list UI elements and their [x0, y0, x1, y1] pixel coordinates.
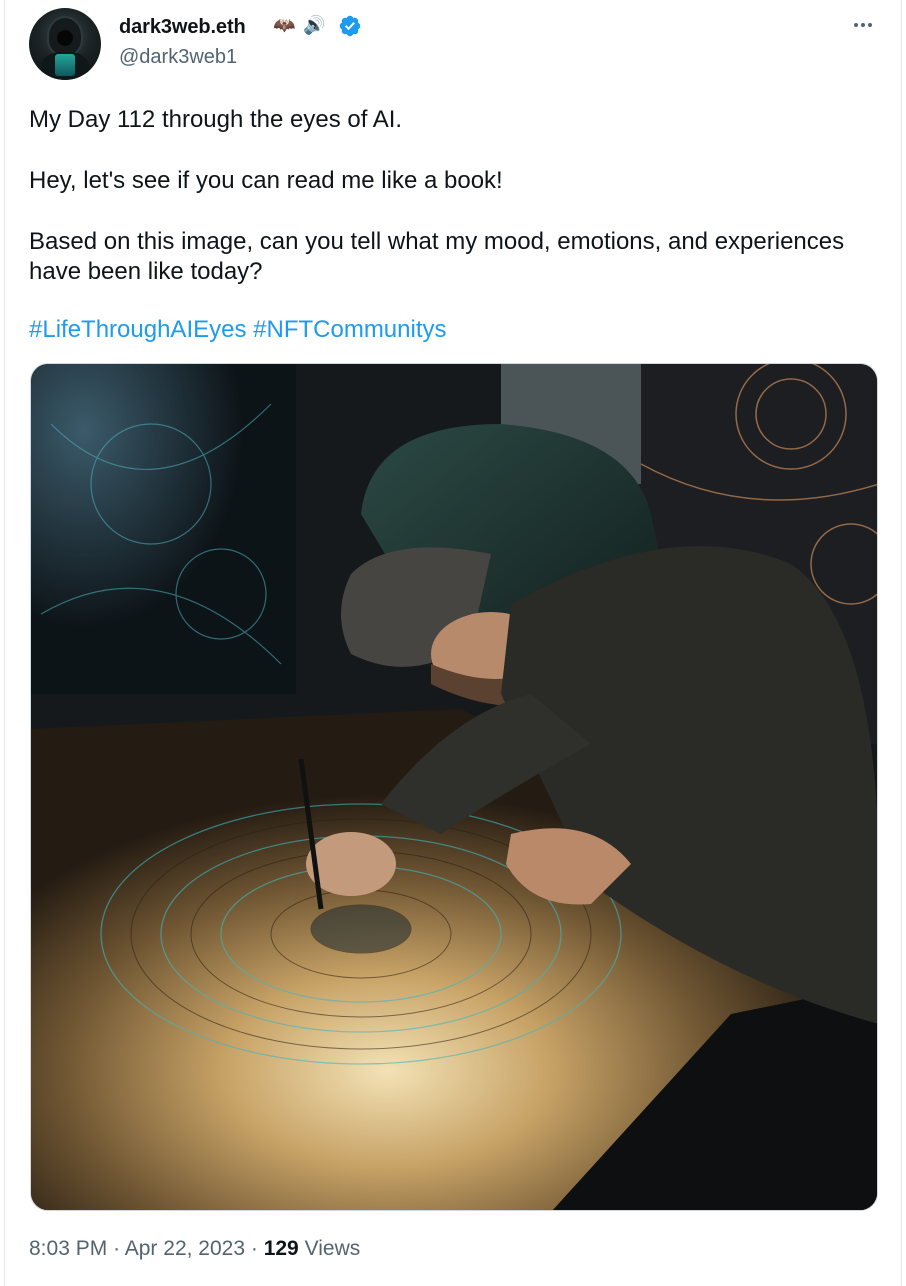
bat-icon: 🦇 — [273, 15, 296, 35]
meta-separator: · — [113, 1237, 121, 1260]
tweet-media-image[interactable] — [30, 363, 878, 1211]
views-count: 129 — [263, 1237, 299, 1260]
more-options-button[interactable] — [848, 12, 878, 38]
tweet-time[interactable]: 8:03 PM — [29, 1237, 107, 1260]
avatar[interactable] — [29, 8, 101, 80]
hashtag-link[interactable]: #NFTCommunitys — [253, 316, 446, 343]
handle[interactable]: @dark3web1 — [119, 46, 237, 69]
photo-illustration — [31, 364, 877, 1210]
display-name[interactable]: dark3web.eth — [119, 16, 246, 39]
more-dot-icon — [861, 23, 865, 27]
tweet-text-line: Based on this image, can you tell what m… — [29, 228, 845, 285]
frame-left-border — [4, 0, 5, 1286]
avatar-face — [57, 30, 73, 46]
views-label: Views — [304, 1237, 361, 1260]
more-dot-icon — [868, 23, 872, 27]
tweet-text-line: My Day 112 through the eyes of AI. — [29, 106, 403, 133]
hashtag-link[interactable]: #LifeThroughAIEyes — [29, 316, 246, 343]
tweet-date[interactable]: Apr 22, 2023 — [125, 1237, 245, 1260]
frame-right-border — [901, 0, 902, 1286]
meta-separator: · — [250, 1237, 258, 1260]
more-dot-icon — [854, 23, 858, 27]
avatar-glow — [55, 54, 75, 76]
hashtags: #LifeThroughAIEyes #NFTCommunitys — [29, 315, 447, 345]
tweet-meta: 8:03 PM · Apr 22, 2023 · 129 Views — [29, 1237, 360, 1261]
speaker-icon: 🔊 — [303, 15, 326, 35]
verified-badge-icon — [339, 15, 361, 37]
tweet-text-line: Hey, let's see if you can read me like a… — [29, 167, 503, 194]
